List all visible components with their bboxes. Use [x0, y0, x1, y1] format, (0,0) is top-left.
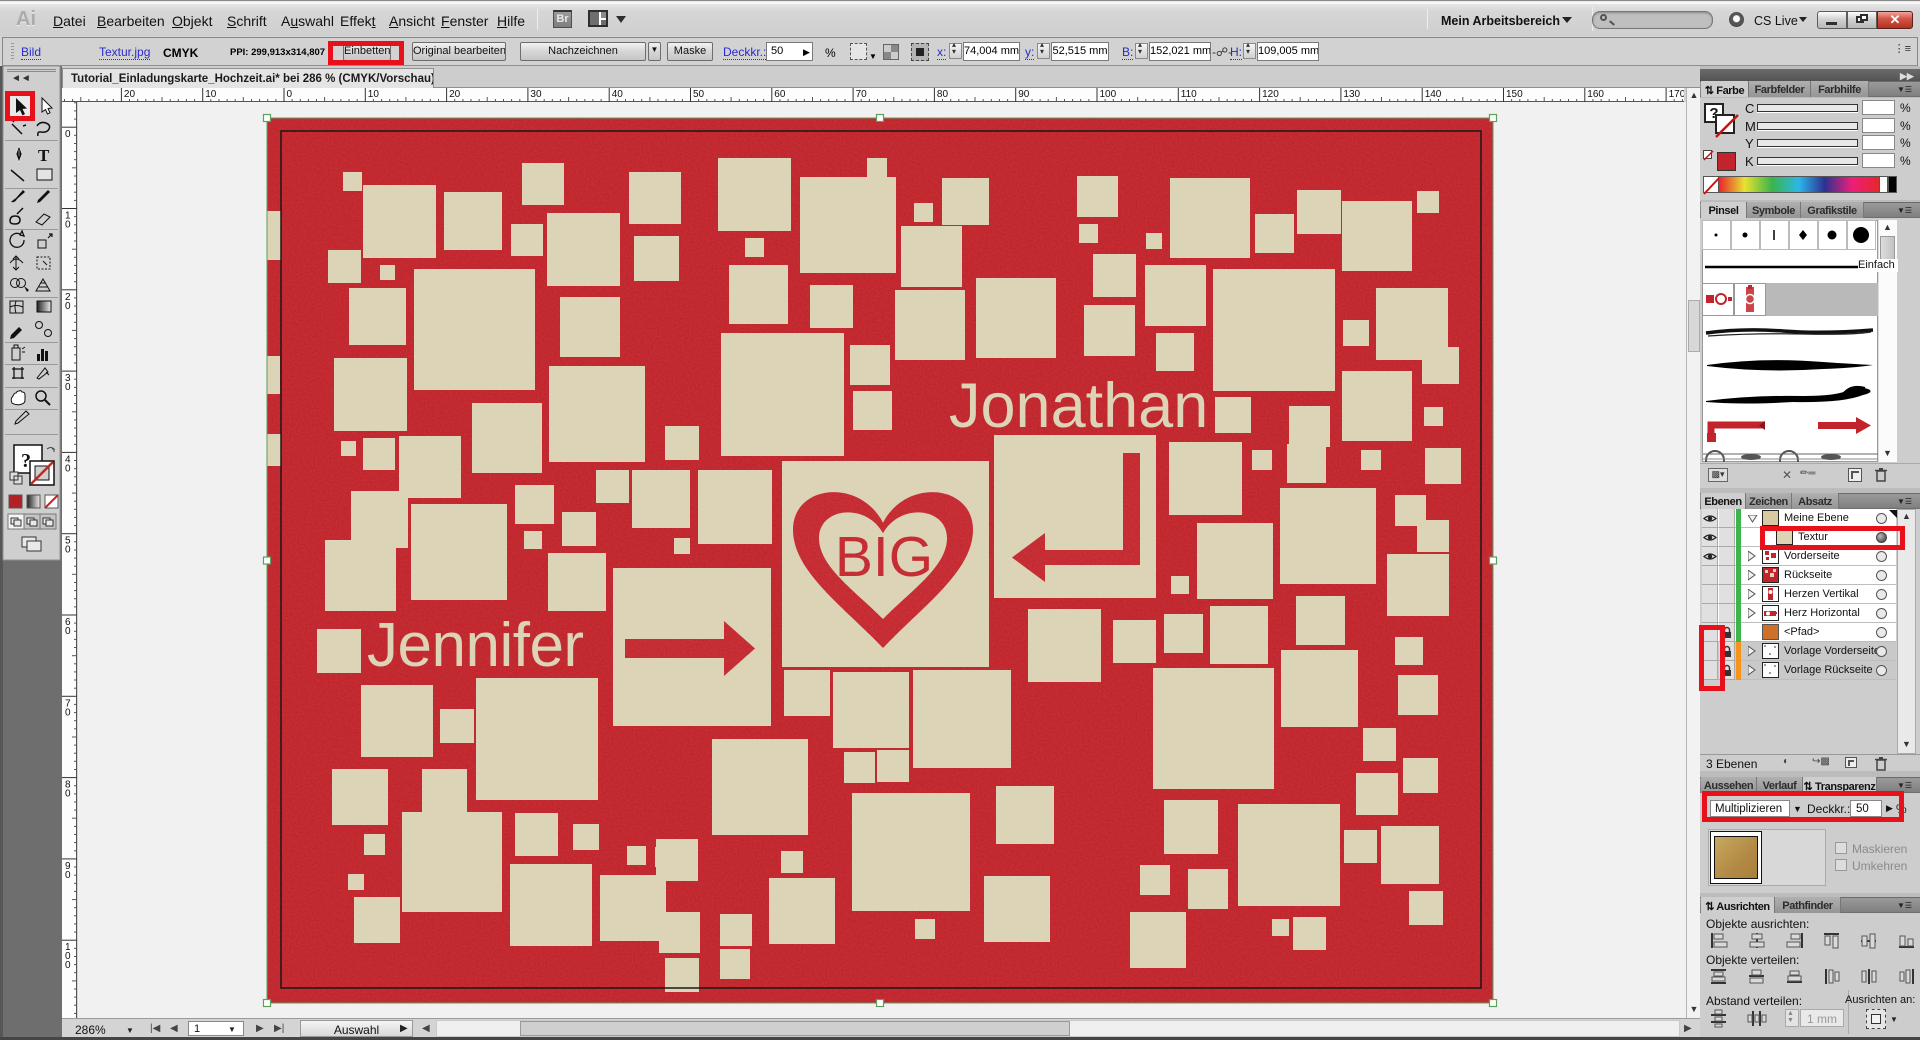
svg-text:0: 0: [65, 960, 71, 971]
svg-text:60: 60: [774, 89, 786, 100]
svg-text:0: 0: [65, 382, 71, 393]
svg-text:10: 10: [368, 89, 380, 100]
svg-text:170: 170: [1669, 89, 1684, 100]
svg-text:0: 0: [287, 89, 293, 100]
svg-text:0: 0: [65, 220, 71, 231]
svg-text:110: 110: [1181, 89, 1197, 100]
svg-text:◄◄: ◄◄: [11, 73, 31, 84]
svg-text:30: 30: [530, 89, 542, 100]
svg-text:120: 120: [1262, 89, 1279, 100]
svg-text:160: 160: [1587, 89, 1604, 100]
svg-text:0: 0: [65, 463, 71, 474]
svg-text:40: 40: [612, 89, 624, 100]
svg-text:100: 100: [1100, 89, 1117, 100]
svg-text:20: 20: [124, 89, 136, 100]
svg-text:140: 140: [1425, 89, 1442, 100]
svg-text:50: 50: [693, 89, 705, 100]
svg-text:0: 0: [65, 129, 71, 140]
svg-text:10: 10: [205, 89, 217, 100]
svg-text:20: 20: [449, 89, 461, 100]
svg-text:70: 70: [856, 89, 868, 100]
svg-text:0: 0: [65, 789, 71, 800]
svg-text:T: T: [38, 146, 50, 165]
svg-text:130: 130: [1343, 89, 1360, 100]
svg-text:90: 90: [1018, 89, 1030, 100]
svg-text:0: 0: [65, 707, 71, 718]
svg-text:80: 80: [937, 89, 949, 100]
svg-text:0: 0: [65, 301, 71, 312]
svg-text:0: 0: [65, 870, 71, 881]
svg-text:150: 150: [1506, 89, 1523, 100]
svg-text:0: 0: [65, 626, 71, 637]
svg-text:0: 0: [65, 545, 71, 556]
